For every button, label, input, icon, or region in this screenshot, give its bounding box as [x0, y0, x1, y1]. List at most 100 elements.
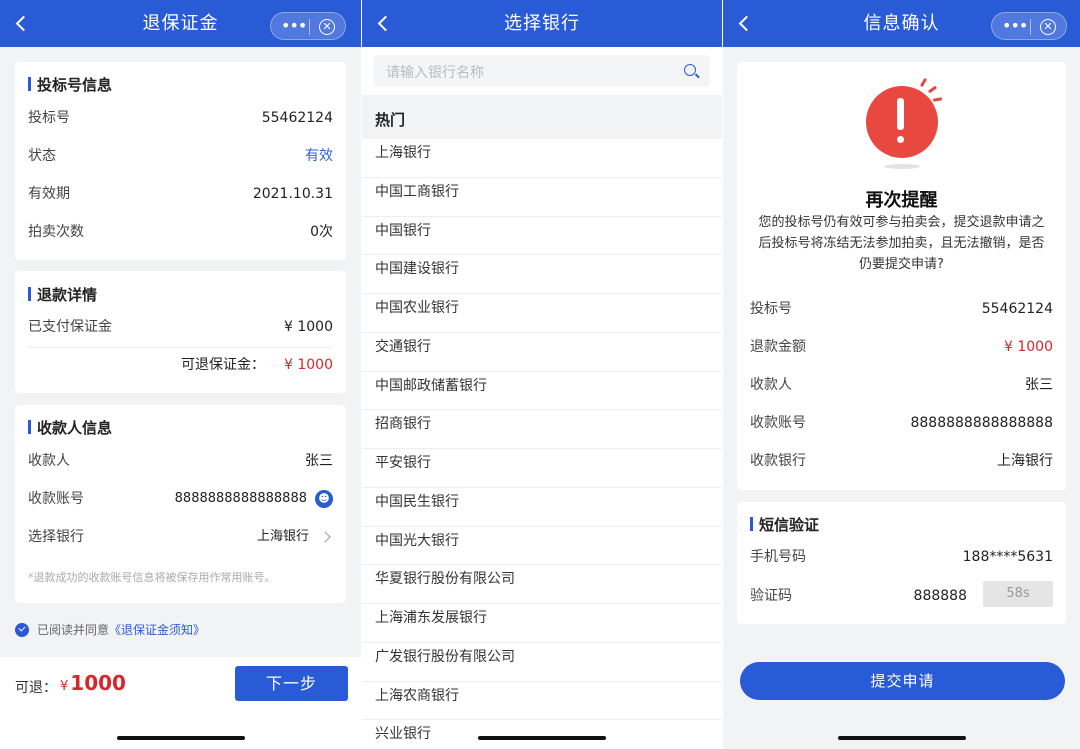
bid-number-row: 投标号 55462124	[28, 106, 333, 130]
account-row: 收款账号 8888888888888888 ☻	[28, 487, 333, 511]
remind-title: 再次提醒	[865, 190, 938, 211]
row-label: 收款银行	[750, 453, 806, 469]
bank-item[interactable]: 交通银行	[362, 333, 722, 372]
confirm-card: 再次提醒 您的投标号仍有效可参与拍卖会，提交退款申请之后投标号将冻结无法参加拍卖…	[737, 62, 1066, 490]
row-value: 55462124	[981, 301, 1053, 317]
bank-item[interactable]: 上海农商银行	[362, 682, 722, 721]
more-icon[interactable]: •••	[281, 16, 307, 36]
bank-item[interactable]: 平安银行	[362, 449, 722, 488]
row-label: 拍卖次数	[28, 224, 84, 240]
account-value: 8888888888888888	[174, 491, 307, 506]
row-label: 手机号码	[750, 549, 806, 565]
close-icon[interactable]: ✕	[319, 19, 335, 35]
section-title: 收款人信息	[28, 417, 112, 438]
bank-item[interactable]: 兴业银行	[362, 720, 722, 749]
section-title: 热门	[375, 111, 406, 129]
bank-item[interactable]: 中国农业银行	[362, 294, 722, 333]
checkbox-checked-icon[interactable]	[15, 623, 29, 637]
verification-code-input[interactable]: 888888	[914, 584, 967, 608]
refund-label: 可退：	[15, 680, 57, 696]
bank-item[interactable]: 广发银行股份有限公司	[362, 643, 722, 682]
row-value: 上海银行	[997, 453, 1053, 469]
search-placeholder: 请输入银行名称	[386, 65, 484, 81]
section-title: 短信验证	[750, 514, 819, 535]
bank-item[interactable]: 华夏银行股份有限公司	[362, 565, 722, 604]
bank-item[interactable]: 上海浦东发展银行	[362, 604, 722, 643]
sms-verify-card: 短信验证 手机号码 188****5631 验证码 888888 58s	[737, 502, 1066, 624]
status-badge: 有效	[305, 148, 333, 164]
section-title: 退款详情	[28, 284, 97, 305]
row-label: 状态	[28, 148, 56, 164]
payee-row: 收款人 张三	[750, 373, 1053, 397]
bank-item[interactable]: 中国建设银行	[362, 255, 722, 294]
row-value: 2021.10.31	[252, 186, 333, 202]
bank-item[interactable]: 中国邮政储蓄银行	[362, 372, 722, 411]
mini-program-capsule: ••• ✕	[270, 12, 346, 40]
phone-row: 手机号码 188****5631	[750, 545, 1053, 569]
bottom-action-bar: 可退： ¥1000 下一步	[0, 657, 361, 749]
close-icon[interactable]: ✕	[1040, 19, 1056, 35]
row-value: ¥ 1000	[1004, 339, 1053, 355]
info-confirm-screen: 信息确认 ••• ✕ 再次提醒 您的投标号仍有效可参与拍卖会，提交退款申请之后投…	[723, 0, 1080, 749]
row-value: 张三	[305, 453, 333, 469]
home-indicator	[838, 736, 966, 740]
bank-item[interactable]: 中国光大银行	[362, 527, 722, 566]
phone-number: 188****5631	[962, 549, 1053, 565]
bid-number-row: 投标号 55462124	[750, 297, 1053, 321]
bank-list: 上海银行 中国工商银行 中国银行 中国建设银行 中国农业银行 交通银行 中国邮政…	[362, 139, 722, 749]
row-label: 收款人	[750, 377, 792, 393]
row-label: 可退保证金：	[181, 357, 265, 373]
bank-item[interactable]: 上海银行	[362, 139, 722, 178]
row-label: 退款金额	[750, 339, 806, 355]
row-value: ¥ 1000	[284, 319, 333, 335]
contact-icon[interactable]: ☻	[315, 490, 333, 508]
warning-exclamation-bar	[897, 98, 904, 130]
row-label: 收款人	[28, 453, 70, 469]
warning-icon	[864, 77, 944, 174]
row-value: 0次	[310, 224, 333, 240]
warning-exclamation-dot	[897, 136, 904, 143]
refundable-deposit-row: 可退保证金： ¥ 1000	[28, 353, 333, 377]
warning-shadow	[884, 164, 920, 169]
agreement-text: 已阅读并同意《退保证金须知》	[37, 622, 205, 638]
refund-amount-row: 退款金额 ¥ 1000	[750, 335, 1053, 359]
paid-deposit-row: 已支付保证金 ¥ 1000	[28, 315, 333, 339]
hot-section-header: 热门	[362, 95, 722, 139]
refund-amount-value: 1000	[70, 671, 126, 695]
nav-bar: 信息确认 ••• ✕	[723, 0, 1080, 47]
bank-item[interactable]: 中国工商银行	[362, 178, 722, 217]
refundable-amount: ¥ 1000	[284, 357, 333, 373]
selected-bank: 上海银行	[256, 529, 309, 544]
bank-item[interactable]: 招商银行	[362, 410, 722, 449]
section-title: 投标号信息	[28, 74, 112, 95]
refund-amount: ¥1000	[60, 671, 126, 695]
bank-search-input[interactable]: 请输入银行名称	[374, 55, 710, 87]
next-step-button[interactable]: 下一步	[235, 666, 348, 701]
resend-countdown-button[interactable]: 58s	[983, 581, 1053, 607]
submit-application-button[interactable]: 提交申请	[740, 662, 1065, 700]
agreement-label: 已阅读并同意	[37, 623, 110, 637]
warning-ray	[932, 97, 943, 102]
agreement-link[interactable]: 《退保证金须知》	[109, 623, 205, 637]
bank-item[interactable]: 中国银行	[362, 217, 722, 256]
bank-select-row[interactable]: 选择银行 上海银行	[28, 525, 333, 549]
row-label: 验证码	[750, 588, 792, 604]
row-value: 8888888888888888	[910, 415, 1053, 431]
warning-ray	[927, 85, 938, 94]
nav-bar: 选择银行	[362, 0, 722, 47]
bank-row: 收款银行 上海银行	[750, 449, 1053, 473]
page-title: 选择银行	[504, 13, 580, 34]
auction-count-row: 拍卖次数 0次	[28, 220, 333, 244]
validity-row: 有效期 2021.10.31	[28, 182, 333, 206]
row-label: 收款账号	[750, 415, 806, 431]
row-label: 投标号	[28, 110, 70, 126]
hint-text: *退款成功的收款账号信息将被保存用作常用账号。	[28, 571, 276, 584]
home-indicator	[117, 736, 245, 740]
bank-item[interactable]: 中国民生银行	[362, 488, 722, 527]
more-icon[interactable]: •••	[1002, 16, 1028, 36]
refund-deposit-screen: 退保证金 ••• ✕ 投标号信息 投标号 55462124 状态 有效 有效期 …	[0, 0, 361, 749]
home-indicator	[478, 736, 606, 740]
code-row: 验证码 888888 58s	[750, 581, 1053, 608]
row-label: 已支付保证金	[28, 319, 112, 335]
search-icon[interactable]	[684, 64, 696, 76]
